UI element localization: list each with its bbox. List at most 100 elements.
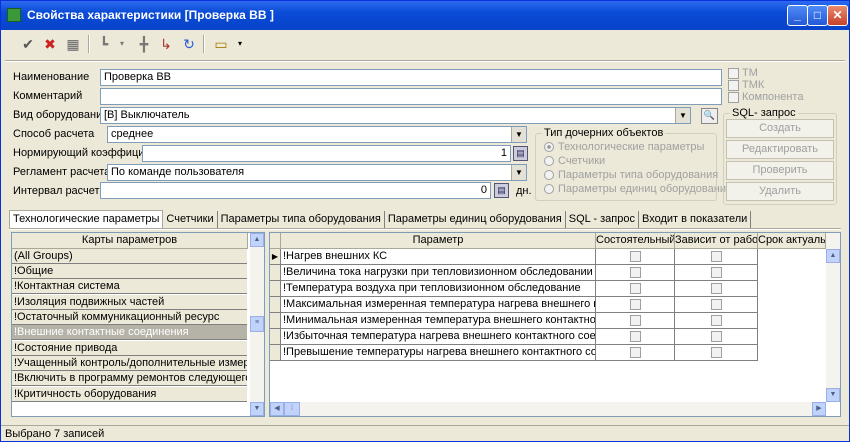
interval-unit: дн. xyxy=(516,185,532,197)
equip-type-label: Вид оборудования xyxy=(13,109,109,121)
add-icon[interactable]: ╋ xyxy=(135,35,153,53)
param-maps-grid: Карты параметров (All Groups) !Общие !Ко… xyxy=(11,232,265,417)
chevron-down-icon[interactable]: ▼ xyxy=(511,127,526,142)
close-window-button[interactable]: ✕ xyxy=(827,5,848,26)
list-item[interactable]: !Включить в программу ремонтов следующег… xyxy=(12,371,247,386)
depends-checkbox[interactable] xyxy=(675,297,758,313)
equip-type-value: [В] Выключатель xyxy=(104,109,190,121)
chevron-down-icon[interactable]: ▾ xyxy=(113,35,131,53)
comment-input[interactable] xyxy=(100,88,722,105)
consistent-column-header[interactable]: Состоятельный xyxy=(596,233,675,249)
interval-input[interactable]: 0 xyxy=(100,182,491,199)
minimize-button[interactable]: _ xyxy=(787,5,808,26)
regulation-select[interactable]: По команде пользователя ▼ xyxy=(107,164,527,181)
tab-tech-params[interactable]: Технологические параметры xyxy=(9,210,164,228)
depends-column-header[interactable]: Зависит от работ xyxy=(675,233,758,249)
right-grid-vscrollbar[interactable]: ▲ ▼ xyxy=(826,233,840,402)
sql-edit-button[interactable]: Редактировать xyxy=(726,140,834,159)
depends-checkbox[interactable] xyxy=(675,313,758,329)
left-grid-scrollbar[interactable]: ▲ ≡ ▼ xyxy=(250,233,264,416)
child-type-option-counters[interactable]: Счетчики xyxy=(544,155,605,167)
chevron-left-icon[interactable]: ◀ xyxy=(270,402,284,416)
list-item-selected[interactable]: !Внешние контактные соединения xyxy=(12,325,247,340)
list-item[interactable]: !Состояние привода xyxy=(12,341,247,356)
regulation-value: По команде пользователя xyxy=(111,166,245,178)
calculator-icon[interactable]: ▤ xyxy=(513,146,528,161)
tm-checkbox[interactable]: ТМ xyxy=(728,67,758,79)
list-item[interactable]: !Общие xyxy=(12,264,247,279)
consistent-checkbox[interactable] xyxy=(596,249,675,265)
consistent-checkbox[interactable] xyxy=(596,297,675,313)
tab-sql[interactable]: SQL - запрос xyxy=(566,211,639,229)
calc-method-label: Способ расчета xyxy=(13,128,95,140)
child-type-group: Тип дочерних объектов Технологические па… xyxy=(535,127,732,201)
calculator-icon[interactable]: ▤ xyxy=(494,183,509,198)
tab-strip: Технологические параметры Счетчики Парамет… xyxy=(9,210,752,229)
child-type-option-tech[interactable]: Технологические параметры xyxy=(544,141,704,153)
tab-indicators[interactable]: Входит в показатели xyxy=(639,211,752,229)
search-icon[interactable]: 🔍 xyxy=(701,108,718,124)
scroll-thumb[interactable]: ≡ xyxy=(250,316,264,332)
refresh-icon[interactable]: ↻ xyxy=(180,35,198,53)
chevron-down-icon[interactable]: ▾ xyxy=(231,35,249,53)
sql-delete-button[interactable]: Удалить xyxy=(726,182,834,201)
depends-checkbox[interactable] xyxy=(675,265,758,281)
calc-method-select[interactable]: среднее ▼ xyxy=(107,126,527,143)
chevron-up-icon[interactable]: ▲ xyxy=(250,233,264,247)
right-grid-hscrollbar[interactable]: ◀ ⁞ ▶ xyxy=(270,402,826,416)
comment-label: Комментарий xyxy=(13,90,83,102)
consistent-checkbox[interactable] xyxy=(596,313,675,329)
component-checkbox[interactable]: Компонента xyxy=(728,91,803,103)
tmk-checkbox[interactable]: ТМК xyxy=(728,79,764,91)
consistent-checkbox[interactable] xyxy=(596,329,675,345)
list-item[interactable]: (All Groups) xyxy=(12,249,247,264)
sql-title: SQL- запрос xyxy=(730,107,798,119)
chevron-down-icon[interactable]: ▼ xyxy=(250,402,264,416)
child-type-option-unit-params[interactable]: Параметры единиц оборудования xyxy=(544,183,732,195)
chevron-up-icon[interactable]: ▲ xyxy=(826,249,840,263)
depends-checkbox[interactable] xyxy=(675,329,758,345)
scroll-thumb[interactable]: ⁞ xyxy=(284,402,300,416)
save-icon[interactable]: ▦ xyxy=(64,35,82,53)
param-column-header[interactable]: Параметр xyxy=(281,233,596,249)
term-column-header[interactable]: Срок актуально xyxy=(758,233,826,249)
chevron-down-icon[interactable]: ▼ xyxy=(826,388,840,402)
sql-create-button[interactable]: Создать xyxy=(726,119,834,138)
tab-counters[interactable]: Счетчики xyxy=(163,211,218,229)
status-text: Выбрано 7 записей xyxy=(5,428,105,440)
title-bar[interactable]: Свойства характеристики [Проверка ВВ ] _… xyxy=(1,1,849,30)
chevron-down-icon[interactable]: ▼ xyxy=(511,165,526,180)
depends-checkbox[interactable] xyxy=(675,281,758,297)
status-bar: Выбрано 7 записей xyxy=(1,425,849,442)
toolbar: ✔ ✖ ▦ ┗ ▾ ╋ ↳ ↻ ▭ ▾ xyxy=(9,32,843,57)
list-item[interactable]: !Учащенный контроль/дополнительные измер… xyxy=(12,356,247,371)
chevron-right-icon[interactable]: ▶ xyxy=(812,402,826,416)
checkmark-icon[interactable]: ✔ xyxy=(19,35,37,53)
regulation-label: Регламент расчета xyxy=(13,166,111,178)
child-type-option-type-params[interactable]: Параметры типа оборудования xyxy=(544,169,718,181)
sql-check-button[interactable]: Проверить xyxy=(726,161,834,180)
close-icon[interactable]: ✖ xyxy=(41,35,59,53)
equip-type-select[interactable]: [В] Выключатель ▼ xyxy=(100,107,691,124)
consistent-checkbox[interactable] xyxy=(596,345,675,361)
move-icon[interactable]: ↳ xyxy=(157,35,175,53)
depends-checkbox[interactable] xyxy=(675,345,758,361)
maximize-button[interactable]: □ xyxy=(807,5,828,26)
list-item[interactable]: !Остаточный коммуникационный ресурс xyxy=(12,310,247,325)
depends-checkbox[interactable] xyxy=(675,249,758,265)
list-item[interactable]: !Контактная система xyxy=(12,279,247,294)
consistent-checkbox[interactable] xyxy=(596,281,675,297)
list-item[interactable]: !Критичность оборудования xyxy=(12,387,247,402)
param-maps-header: Карты параметров xyxy=(12,233,248,249)
norm-coef-label: Нормирующий коэффициент xyxy=(13,147,162,159)
tree-icon[interactable]: ┗ xyxy=(95,35,113,53)
consistent-checkbox[interactable] xyxy=(596,265,675,281)
chevron-down-icon[interactable]: ▼ xyxy=(675,108,690,123)
window-title: Свойства характеристики [Проверка ВВ ] xyxy=(27,8,274,22)
tab-unit-params[interactable]: Параметры единиц оборудования xyxy=(385,211,566,229)
form-icon[interactable]: ▭ xyxy=(212,35,230,53)
tab-type-params[interactable]: Параметры типа оборудования xyxy=(218,211,385,229)
list-item[interactable]: !Изоляция подвижных частей xyxy=(12,295,247,310)
norm-coef-input[interactable]: 1 xyxy=(142,145,511,162)
name-input[interactable]: Проверка ВВ xyxy=(100,69,722,86)
